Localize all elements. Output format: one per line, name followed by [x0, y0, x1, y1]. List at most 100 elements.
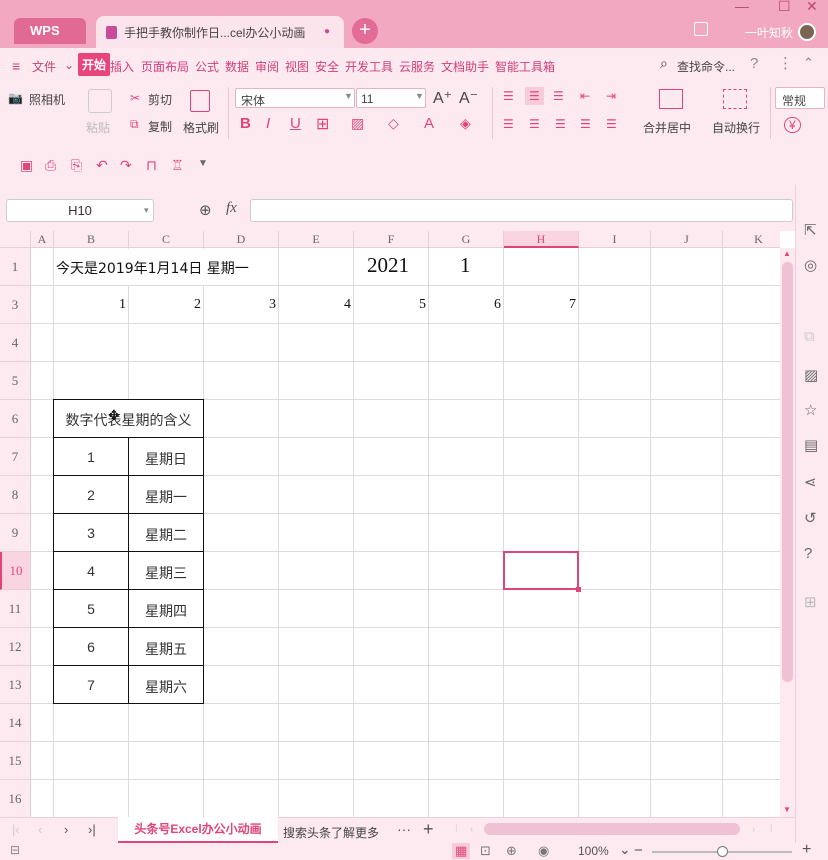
column-header-b[interactable]: B: [54, 231, 129, 248]
name-box[interactable]: H10: [6, 199, 154, 222]
merge-center-label[interactable]: 合并居中: [643, 119, 691, 136]
decrease-font-icon[interactable]: A⁻: [459, 88, 478, 108]
table-row[interactable]: 1: [53, 437, 129, 476]
font-color-icon[interactable]: A: [424, 115, 434, 132]
copy-label[interactable]: 复制: [148, 118, 172, 135]
row-header-6[interactable]: 6: [0, 400, 31, 438]
cell-b1-date-text[interactable]: 今天是2019年1月14日 星期一: [56, 258, 249, 278]
attach-icon[interactable]: ⧉: [804, 328, 815, 345]
currency-format-icon[interactable]: ¥: [784, 117, 801, 133]
cell-f1-year[interactable]: 2021: [367, 253, 409, 278]
undo-icon[interactable]: ↶: [96, 157, 108, 174]
menu-page-layout[interactable]: 页面布局: [141, 58, 189, 75]
camera-label[interactable]: 照相机: [29, 91, 65, 108]
table-row[interactable]: 6: [53, 627, 129, 666]
cell-b3[interactable]: 1: [54, 297, 126, 313]
paste-icon[interactable]: [88, 89, 112, 113]
cell-g1-value[interactable]: 1: [460, 253, 471, 278]
wrap-text-icon[interactable]: [723, 89, 747, 109]
font-name-select[interactable]: 宋体 ▼: [235, 88, 355, 108]
table-row[interactable]: 星期五: [128, 627, 204, 666]
chevron-down-icon[interactable]: ⌄: [64, 58, 74, 72]
zoom-slider-thumb[interactable]: [717, 846, 728, 857]
distribute-icon[interactable]: ☰: [606, 117, 617, 131]
cell-h3[interactable]: 7: [504, 297, 576, 313]
new-tab-button[interactable]: +: [352, 18, 378, 44]
column-header-g[interactable]: G: [429, 231, 504, 248]
table-row[interactable]: 7: [53, 665, 129, 704]
lock-icon[interactable]: ⊓: [146, 157, 157, 174]
copy-icon[interactable]: ⧉: [130, 117, 139, 132]
fill-color-icon[interactable]: ◇: [388, 115, 399, 132]
paste-label[interactable]: 粘贴: [86, 119, 110, 136]
scroll-left-icon[interactable]: ‹: [470, 824, 473, 835]
hamburger-icon[interactable]: ≡: [12, 58, 20, 74]
column-header-e[interactable]: E: [279, 231, 354, 248]
format-painter-label[interactable]: 格式刷: [183, 119, 219, 136]
table-row[interactable]: 星期四: [128, 589, 204, 628]
menu-developer[interactable]: 开发工具: [345, 58, 393, 75]
justify-icon[interactable]: ☰: [580, 117, 591, 131]
collapse-ribbon-icon[interactable]: ⌃: [803, 55, 814, 71]
fx-icon[interactable]: fx: [226, 200, 237, 217]
print-preview-icon[interactable]: ⎘: [71, 157, 82, 174]
row-header-13[interactable]: 13: [0, 666, 31, 704]
command-search[interactable]: 查找命令...: [677, 58, 735, 75]
menu-insert[interactable]: 插入: [110, 58, 134, 75]
last-sheet-icon[interactable]: ›|: [88, 822, 96, 837]
history-icon[interactable]: ↺: [804, 509, 817, 527]
table-row[interactable]: 星期日: [128, 437, 204, 476]
zoom-level[interactable]: 100%: [578, 844, 609, 858]
column-header-d[interactable]: D: [204, 231, 279, 248]
cell-c3[interactable]: 2: [129, 297, 201, 313]
table-row[interactable]: 星期六: [128, 665, 204, 704]
font-size-select[interactable]: 11 ▼: [356, 88, 426, 108]
align-right-icon[interactable]: ☰: [555, 117, 566, 131]
user-name[interactable]: 一叶知秋: [745, 24, 793, 41]
save-icon[interactable]: ▣: [20, 157, 33, 174]
column-header-a[interactable]: A: [31, 231, 54, 248]
italic-icon[interactable]: I: [266, 115, 270, 132]
prev-sheet-icon[interactable]: ‹: [38, 822, 42, 837]
star-icon[interactable]: ☆: [804, 401, 817, 419]
print-icon[interactable]: ⎙: [45, 157, 56, 174]
image-icon[interactable]: ▨: [804, 366, 818, 384]
select-all-corner[interactable]: [0, 231, 31, 248]
table-row[interactable]: 星期三: [128, 551, 204, 590]
wrap-text-label[interactable]: 自动换行: [712, 119, 760, 136]
menu-file[interactable]: 文件: [32, 58, 56, 75]
zoom-function-icon[interactable]: ⊕: [199, 201, 212, 219]
cell-e3[interactable]: 4: [279, 297, 351, 313]
camera-icon[interactable]: 📷: [8, 91, 23, 105]
align-center-icon[interactable]: ☰: [529, 117, 540, 131]
format-painter-icon[interactable]: [190, 90, 210, 112]
add-sheet-button[interactable]: +: [423, 819, 434, 840]
document-tab[interactable]: 手把手教你制作日...cel办公小动画 ●: [96, 16, 344, 48]
next-sheet-icon[interactable]: ›: [64, 822, 68, 837]
eye-protection-icon[interactable]: ◉: [538, 843, 549, 859]
zoom-out-icon[interactable]: −: [634, 842, 643, 859]
page-mode-icon[interactable]: ⊟: [10, 843, 20, 857]
shapes-icon[interactable]: ◎: [804, 256, 817, 274]
menu-doc-assistant[interactable]: 文档助手: [441, 58, 489, 75]
row-header-15[interactable]: 15: [0, 742, 31, 780]
chevron-down-icon[interactable]: ⌄: [619, 841, 631, 858]
minimize-icon[interactable]: —: [735, 0, 749, 14]
align-bottom-icon[interactable]: ☰: [553, 89, 564, 103]
column-header-f[interactable]: F: [354, 231, 429, 248]
horizontal-scroll-thumb[interactable]: [484, 823, 740, 835]
row-header-7[interactable]: 7: [0, 438, 31, 476]
selected-cell-h10[interactable]: [503, 551, 579, 590]
menu-data[interactable]: 数据: [225, 58, 249, 75]
row-header-9[interactable]: 9: [0, 514, 31, 552]
merge-center-icon[interactable]: [659, 89, 683, 109]
archive-icon[interactable]: ▤: [804, 436, 818, 454]
split-handle-icon[interactable]: ⁞: [770, 824, 773, 835]
menu-start[interactable]: 开始: [78, 53, 111, 76]
column-header-j[interactable]: J: [651, 231, 723, 248]
scissors-icon[interactable]: ✂: [130, 91, 140, 105]
search-icon[interactable]: ⌕: [660, 55, 668, 72]
cut-label[interactable]: 剪切: [148, 91, 172, 108]
table-row[interactable]: 星期二: [128, 513, 204, 552]
row-header-3[interactable]: 3: [0, 286, 31, 324]
